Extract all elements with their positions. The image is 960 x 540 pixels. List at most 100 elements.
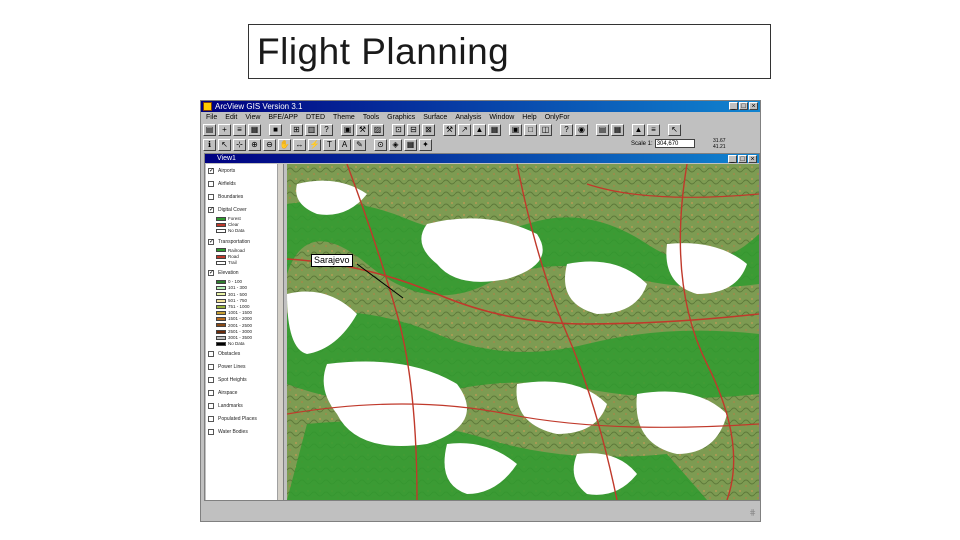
legend-label: 301 - 500 xyxy=(228,291,248,297)
table-icon[interactable]: ▦ xyxy=(611,124,624,136)
save-project-icon[interactable]: ▤ xyxy=(203,124,216,136)
view-minimize-button[interactable]: _ xyxy=(728,155,737,163)
zoom-full-icon[interactable]: ⊞ xyxy=(290,124,303,136)
grid-icon[interactable]: ▦ xyxy=(404,139,417,151)
menu-file[interactable]: File xyxy=(206,113,217,122)
menu-onlyfor[interactable]: OnlyFor xyxy=(545,113,570,122)
hotlink-icon[interactable]: ⚡ xyxy=(308,139,321,151)
menu-graphics[interactable]: Graphics xyxy=(387,113,415,122)
profile-icon[interactable]: ▲ xyxy=(473,124,486,136)
menu-help[interactable]: Help xyxy=(522,113,536,122)
menu-tools[interactable]: Tools xyxy=(363,113,379,122)
theme-properties-icon[interactable]: ≡ xyxy=(233,124,246,136)
measure-icon[interactable]: ↔ xyxy=(293,139,306,151)
pan-icon[interactable]: ✋ xyxy=(278,139,291,151)
clear-selection-icon[interactable]: □ xyxy=(524,124,537,136)
notes-icon[interactable]: ≡ xyxy=(647,124,660,136)
window-titlebar: ArcView GIS Version 3.1 _ □ × xyxy=(201,101,760,112)
query-builder-icon[interactable]: ⚒ xyxy=(356,124,369,136)
theme-visibility-checkbox[interactable] xyxy=(208,181,214,187)
find-icon[interactable]: ? xyxy=(320,124,333,136)
area-of-interest-icon[interactable]: ◈ xyxy=(389,139,402,151)
theme-visibility-checkbox[interactable] xyxy=(208,403,214,410)
theme-visibility-checkbox[interactable] xyxy=(208,377,214,384)
close-button[interactable]: × xyxy=(749,102,758,110)
layout-icon[interactable]: ▦ xyxy=(488,124,501,136)
legend-label: 1501 - 2000 xyxy=(228,316,253,322)
menu-view[interactable]: View xyxy=(245,113,260,122)
legend-entry: 501 - 750 xyxy=(216,298,247,303)
theme-visibility-checkbox[interactable] xyxy=(208,416,214,423)
theme-label: Water Bodies xyxy=(218,429,248,436)
resize-grip-icon[interactable]: ⋕ xyxy=(749,508,756,517)
legend-label: 0 - 100 xyxy=(228,279,243,285)
select-all-icon[interactable]: ▣ xyxy=(509,124,522,136)
menu-dted[interactable]: DTED xyxy=(306,113,325,122)
menu-surface[interactable]: Surface xyxy=(423,113,447,122)
whats-this-icon[interactable]: ↖ xyxy=(668,124,681,136)
print-icon[interactable]: ▤ xyxy=(596,124,609,136)
minimize-button[interactable]: _ xyxy=(729,102,738,110)
zoom-theme-icon[interactable]: ⊟ xyxy=(407,124,420,136)
hammer-icon[interactable]: ⚒ xyxy=(443,124,456,136)
switch-selection-icon[interactable]: ◫ xyxy=(539,124,552,136)
theme-visibility-checkbox[interactable] xyxy=(208,364,214,371)
theme-label: Airports xyxy=(218,168,236,174)
theme-visibility-checkbox[interactable] xyxy=(208,390,214,397)
theme-visibility-checkbox[interactable]: ✓ xyxy=(208,168,214,174)
legend-swatch xyxy=(216,304,226,309)
legend-entry: 1501 - 2000 xyxy=(216,316,252,321)
theme-visibility-checkbox[interactable]: ✓ xyxy=(208,270,214,277)
locate-icon[interactable]: ▣ xyxy=(341,124,354,136)
draw-icon[interactable]: ✎ xyxy=(353,139,366,151)
add-theme-icon[interactable]: + xyxy=(218,124,231,136)
pointer-icon[interactable]: ↖ xyxy=(218,139,231,151)
table-of-contents[interactable]: ✓ Airports Airfields Boundaries ✓ Digital Cov… xyxy=(206,164,284,500)
zoom-out-icon[interactable]: ⊖ xyxy=(263,139,276,151)
legend-entry: No Data xyxy=(216,341,245,346)
map-tips-icon[interactable]: ◉ xyxy=(575,124,588,136)
zoom-extent-icon[interactable]: ⊡ xyxy=(392,124,405,136)
theme-visibility-checkbox[interactable]: ✓ xyxy=(208,207,214,213)
coordinate-readout: 31.67 41.21 xyxy=(713,138,726,150)
text-icon[interactable]: A xyxy=(338,139,351,151)
help-icon[interactable]: ? xyxy=(560,124,573,136)
menu-theme[interactable]: Theme xyxy=(333,113,355,122)
line-of-sight-icon[interactable]: ↗ xyxy=(458,124,471,136)
info-icon[interactable]: ℹ xyxy=(203,139,216,151)
menu-edit[interactable]: Edit xyxy=(225,113,237,122)
maximize-button[interactable]: □ xyxy=(739,102,748,110)
legend-label: 751 - 1000 xyxy=(228,304,250,309)
edit-legend-icon[interactable]: ▦ xyxy=(248,124,261,136)
app-icon xyxy=(203,102,212,111)
theme-visibility-checkbox[interactable] xyxy=(208,429,214,436)
theme-visibility-checkbox[interactable] xyxy=(208,351,214,358)
zoom-in-icon[interactable]: ⊕ xyxy=(248,139,261,151)
legend-label: Trail xyxy=(228,260,237,265)
symbol-icon[interactable]: ✦ xyxy=(419,139,432,151)
legend-entry: Railroad xyxy=(216,248,245,253)
scale-input[interactable]: 304,670 xyxy=(654,139,695,148)
label-icon[interactable]: T xyxy=(323,139,336,151)
triangle-icon[interactable]: ▲ xyxy=(632,124,645,136)
theme-label: Elevation xyxy=(218,270,239,277)
menu-window[interactable]: Window xyxy=(489,113,514,122)
menu-analysis[interactable]: Analysis xyxy=(455,113,481,122)
theme-visibility-checkbox[interactable]: ✓ xyxy=(208,238,214,245)
theme-visibility-checkbox[interactable] xyxy=(208,194,214,200)
view-maximize-button[interactable]: □ xyxy=(738,155,747,163)
city-callout-label[interactable]: Sarajevo xyxy=(311,254,353,267)
legend-label: 101 - 300 xyxy=(228,285,248,291)
toc-scrollbar[interactable] xyxy=(277,164,283,500)
menu-bfe-app[interactable]: BFE/APP xyxy=(268,113,298,122)
vertex-edit-icon[interactable]: ⊹ xyxy=(233,139,246,151)
chart-icon[interactable]: ▨ xyxy=(371,124,384,136)
legend-label: 3001 - 3500 xyxy=(228,335,253,340)
save-icon[interactable]: ■ xyxy=(269,124,282,136)
open-theme-table-icon[interactable]: ▥ xyxy=(305,124,318,136)
legend-label: Clear xyxy=(228,222,239,228)
zoom-selected-icon[interactable]: ⊠ xyxy=(422,124,435,136)
map-canvas[interactable]: Sarajevo xyxy=(287,164,759,500)
view-close-button[interactable]: × xyxy=(748,155,757,163)
snap-icon[interactable]: ⊙ xyxy=(374,139,387,151)
